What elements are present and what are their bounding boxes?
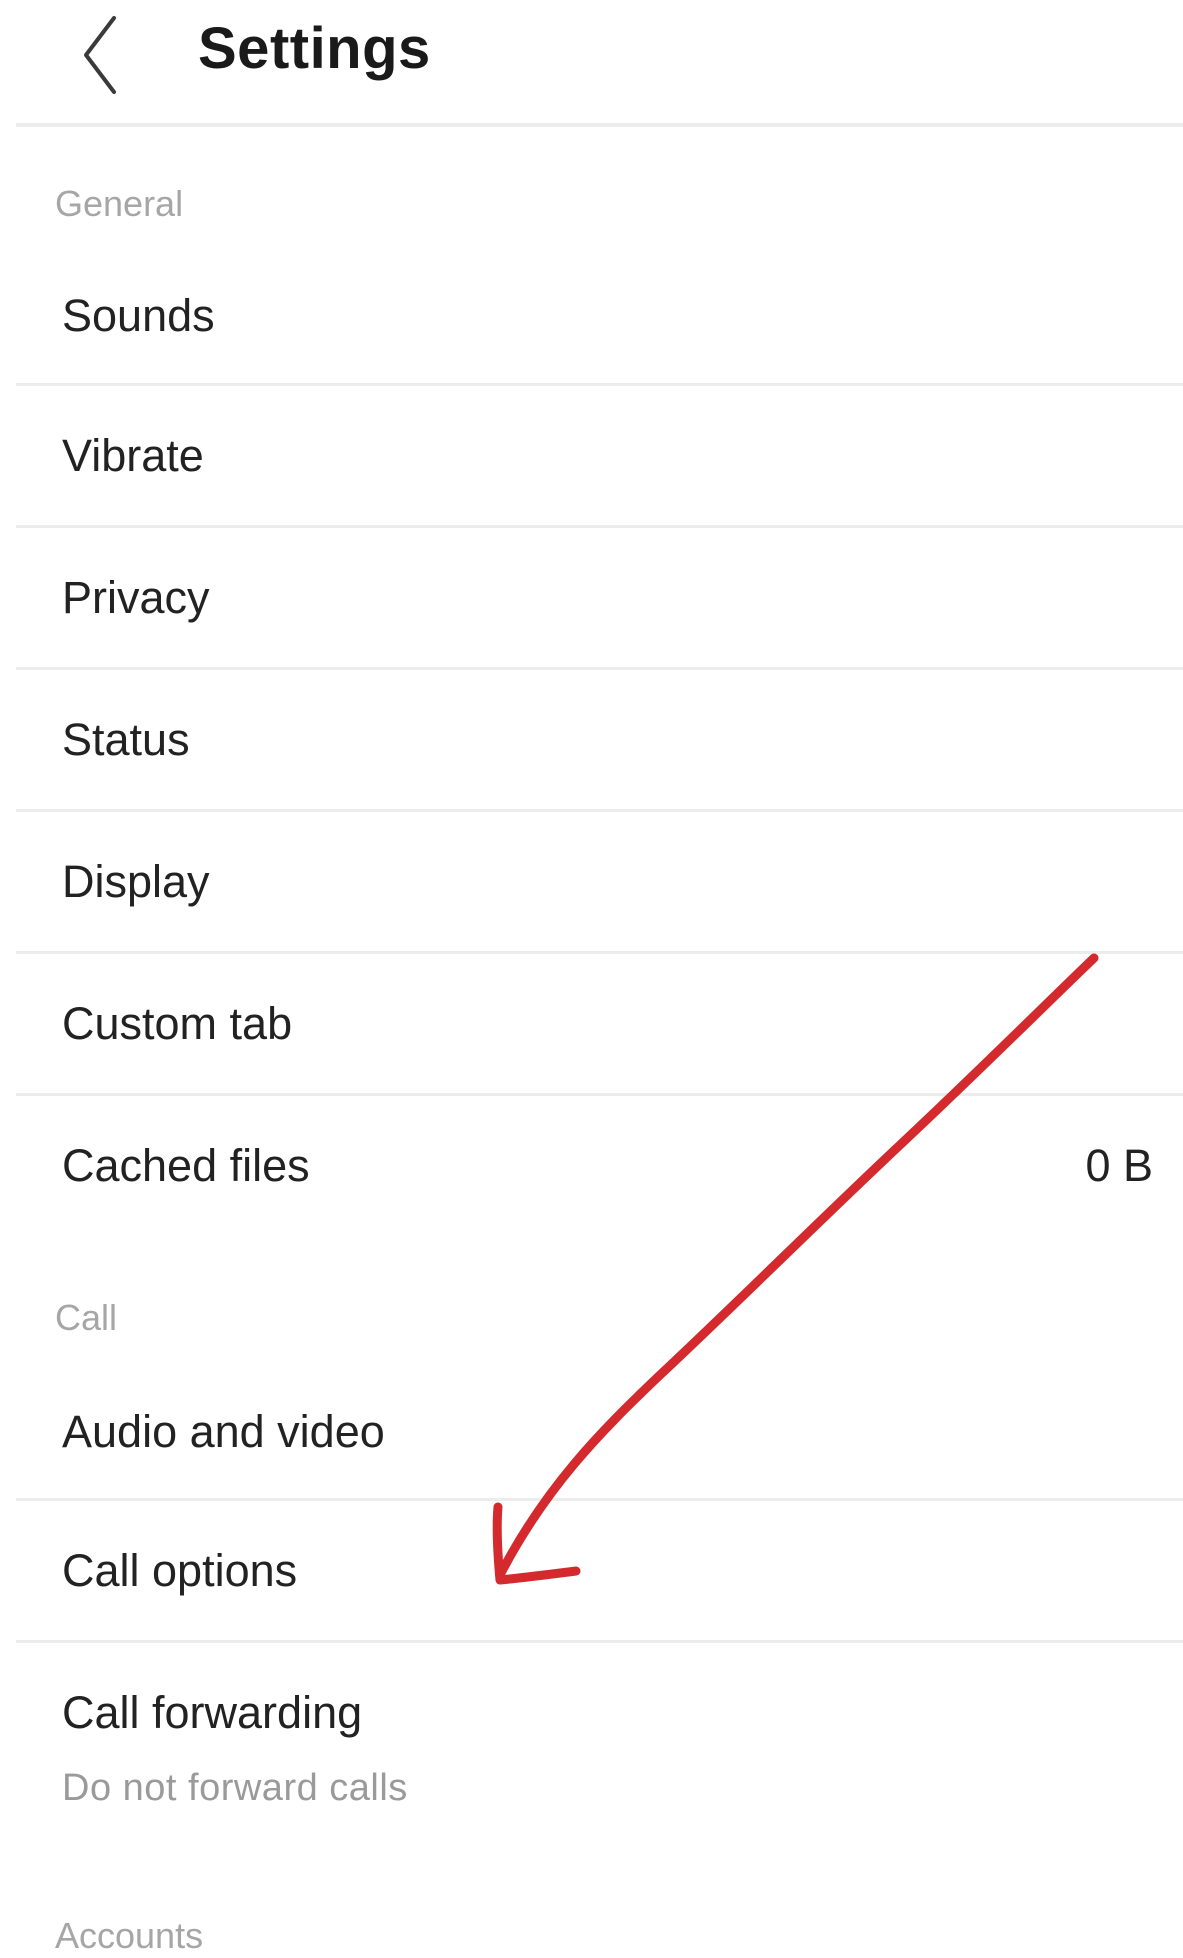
settings-item-label: Call forwarding	[62, 1687, 363, 1738]
section-header-accounts: Accounts	[55, 1915, 204, 1956]
settings-item-vibrate[interactable]: Vibrate	[16, 386, 1183, 526]
settings-item-custom-tab[interactable]: Custom tab	[16, 954, 1183, 1094]
settings-item-call-options[interactable]: Call options	[16, 1501, 1183, 1641]
settings-item-label: Vibrate	[62, 430, 204, 481]
settings-page: Settings General Sounds Vibrate Privacy …	[0, 0, 1183, 1956]
page-title: Settings	[198, 16, 431, 81]
section-header-call: Call	[55, 1297, 118, 1338]
settings-item-audio-and-video[interactable]: Audio and video	[16, 1370, 1183, 1498]
settings-item-label: Display	[62, 856, 210, 907]
settings-item-label: Cached files	[62, 1140, 310, 1191]
cached-files-size: 0 B	[1085, 1140, 1153, 1191]
settings-item-label: Audio and video	[62, 1406, 385, 1457]
app-header: Settings	[0, 0, 1183, 124]
settings-item-label: Privacy	[62, 572, 210, 623]
back-button[interactable]	[62, 10, 142, 100]
header-divider	[16, 123, 1183, 127]
settings-item-label: Custom tab	[62, 998, 293, 1049]
section-header-general: General	[55, 183, 184, 224]
settings-item-display[interactable]: Display	[16, 812, 1183, 952]
settings-item-label: Status	[62, 714, 190, 765]
settings-item-privacy[interactable]: Privacy	[16, 528, 1183, 668]
settings-item-sounds[interactable]: Sounds	[16, 262, 1183, 382]
settings-item-status[interactable]: Status	[16, 670, 1183, 810]
chevron-left-icon	[84, 16, 116, 94]
settings-item-cached-files[interactable]: Cached files 0 B	[16, 1096, 1183, 1236]
call-forwarding-subtitle: Do not forward calls	[62, 1767, 408, 1809]
settings-item-call-forwarding[interactable]: Call forwarding Do not forward calls	[16, 1643, 1183, 1823]
settings-item-label: Call options	[62, 1545, 298, 1596]
settings-item-label: Sounds	[62, 290, 215, 341]
